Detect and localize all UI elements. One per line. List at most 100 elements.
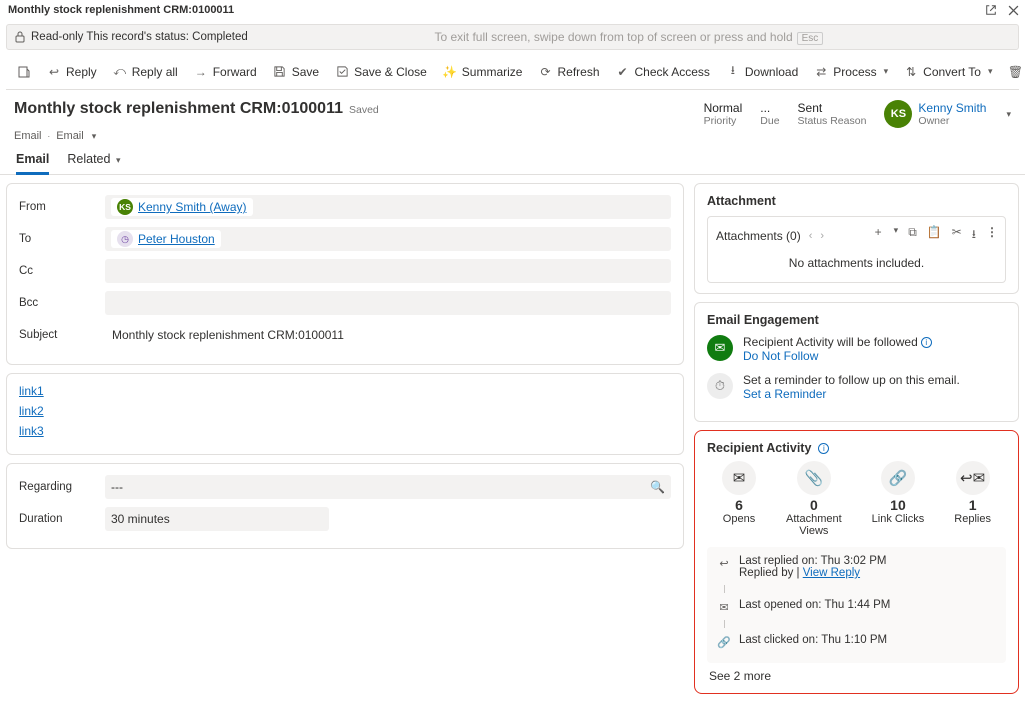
attachment-title: Attachment bbox=[707, 194, 1006, 208]
reply-icon: ↩ bbox=[47, 65, 61, 79]
tab-email[interactable]: Email bbox=[16, 152, 49, 174]
delete-attach-icon[interactable]: ✂ bbox=[952, 225, 962, 246]
bcc-label: Bcc bbox=[19, 297, 105, 309]
status-reason-field: SentStatus Reason bbox=[798, 101, 867, 127]
reply-stat-icon: ↩✉ bbox=[956, 461, 990, 495]
click-tl-icon: 🔗 bbox=[717, 635, 731, 649]
to-label: To bbox=[19, 233, 105, 245]
reply-button[interactable]: ↩Reply bbox=[40, 61, 104, 83]
contact-icon: ◷ bbox=[117, 231, 133, 247]
delete-button[interactable]: 🗑Delete bbox=[1002, 61, 1025, 83]
cc-label: Cc bbox=[19, 265, 105, 277]
copy-icon[interactable]: ⧉ bbox=[908, 225, 917, 246]
owner-field: Kenny SmithOwner bbox=[918, 101, 986, 127]
regarding-label: Regarding bbox=[19, 481, 105, 493]
to-link[interactable]: Peter Houston bbox=[138, 232, 215, 246]
chevron-down-icon[interactable]: ▾ bbox=[92, 131, 97, 142]
command-toolbar: ↩Reply ⤺Reply all →Forward Save Save & C… bbox=[6, 54, 1019, 90]
check-access-icon: ✔ bbox=[616, 65, 630, 79]
owner-avatar: KS bbox=[884, 100, 912, 128]
attach-overflow-icon[interactable]: ⋮ bbox=[986, 225, 997, 246]
check-access-button[interactable]: ✔Check Access bbox=[609, 61, 717, 83]
stat-opens: ✉ 6Opens bbox=[722, 461, 756, 537]
link2[interactable]: link2 bbox=[19, 404, 671, 418]
stat-clicks: 🔗 10Link Clicks bbox=[872, 461, 925, 537]
info-icon[interactable]: i bbox=[921, 337, 932, 348]
view-reply-link[interactable]: View Reply bbox=[803, 567, 860, 579]
stat-replies: ↩✉ 1Replies bbox=[954, 461, 991, 537]
attachments-empty: No attachments included. bbox=[716, 246, 997, 274]
paste-icon[interactable]: 📋 bbox=[927, 225, 942, 246]
link1[interactable]: link1 bbox=[19, 384, 671, 398]
header-chevron-icon[interactable]: ▾ bbox=[1006, 109, 1011, 120]
due-field: ...Due bbox=[760, 101, 779, 127]
next-icon: › bbox=[820, 230, 824, 242]
links-card: link1 link2 link3 bbox=[6, 373, 684, 455]
save-close-button[interactable]: Save & Close bbox=[328, 61, 434, 83]
mail-icon: ✉ bbox=[707, 335, 733, 361]
regarding-field[interactable]: --- 🔍 bbox=[105, 475, 671, 499]
delete-icon: 🗑 bbox=[1009, 65, 1023, 79]
download-button[interactable]: ⭳Download bbox=[719, 61, 805, 83]
see-more-link[interactable]: See 2 more bbox=[707, 663, 1006, 683]
download-attach-icon[interactable]: ⭳ bbox=[972, 225, 976, 246]
cc-field[interactable] bbox=[105, 259, 671, 283]
summarize-icon: ✨ bbox=[443, 65, 457, 79]
to-field[interactable]: ◷ Peter Houston bbox=[105, 227, 671, 251]
tabs: Email Related ▾ bbox=[0, 142, 1025, 175]
activity-timeline: ↩ Last replied on: Thu 3:02 PM Replied b… bbox=[707, 547, 1006, 663]
process-button[interactable]: ⇄Process▾ bbox=[807, 61, 895, 83]
process-icon: ⇄ bbox=[814, 65, 828, 79]
new-button[interactable] bbox=[10, 61, 38, 83]
summarize-button[interactable]: ✨Summarize bbox=[436, 61, 530, 83]
tab-related[interactable]: Related ▾ bbox=[67, 152, 120, 174]
engagement-title: Email Engagement bbox=[707, 313, 1006, 327]
status-text: Read-only This record's status: Complete… bbox=[31, 31, 248, 43]
email-fields-card: From KSKenny Smith (Away) To ◷ Peter Hous… bbox=[6, 183, 684, 365]
from-label: From bbox=[19, 201, 105, 213]
chevron-down-icon[interactable]: ▾ bbox=[894, 225, 899, 246]
saved-label: Saved bbox=[349, 104, 379, 116]
bcc-field[interactable] bbox=[105, 291, 671, 315]
page-title: Monthly stock replenishment CRM:0100011 bbox=[14, 100, 343, 118]
reply-all-button[interactable]: ⤺Reply all bbox=[106, 61, 185, 83]
reply-all-icon: ⤺ bbox=[113, 65, 127, 79]
save-button[interactable]: Save bbox=[266, 61, 326, 83]
search-icon[interactable]: 🔍 bbox=[650, 480, 665, 494]
attachment-section: Attachment Attachments (0) ‹ › + ▾ ⧉ 📋 ✂… bbox=[694, 183, 1019, 294]
from-link[interactable]: Kenny Smith (Away) bbox=[138, 200, 247, 214]
from-field[interactable]: KSKenny Smith (Away) bbox=[105, 195, 671, 219]
regarding-card: Regarding --- 🔍 Duration 30 minutes bbox=[6, 463, 684, 549]
do-not-follow-link[interactable]: Do Not Follow bbox=[743, 349, 932, 363]
prev-icon: ‹ bbox=[809, 230, 813, 242]
envelope-open-icon: ✉ bbox=[722, 461, 756, 495]
attachment-icon: 📎 bbox=[797, 461, 831, 495]
convert-to-button[interactable]: ⇅Convert To▾ bbox=[897, 61, 999, 83]
chevron-down-icon: ▾ bbox=[116, 155, 121, 165]
close-icon[interactable] bbox=[1005, 2, 1021, 18]
link-icon: 🔗 bbox=[881, 461, 915, 495]
add-attachment-icon[interactable]: + bbox=[875, 225, 882, 246]
save-close-icon bbox=[335, 65, 349, 79]
popout-icon[interactable] bbox=[983, 2, 999, 18]
status-bar: Read-only This record's status: Complete… bbox=[6, 24, 1019, 50]
convert-icon: ⇅ bbox=[904, 65, 918, 79]
window-title: Monthly stock replenishment CRM:0100011 bbox=[4, 4, 234, 16]
link3[interactable]: link3 bbox=[19, 424, 671, 438]
record-header: Monthly stock replenishment CRM:0100011 … bbox=[0, 90, 1025, 130]
stat-views: 📎 0AttachmentViews bbox=[786, 461, 842, 537]
fullscreen-hint: To exit full screen, swipe down from top… bbox=[434, 30, 823, 44]
attachments-count: Attachments (0) bbox=[716, 229, 801, 243]
refresh-button[interactable]: ⟳Refresh bbox=[531, 61, 606, 83]
reminder-icon: ⏱ bbox=[707, 373, 733, 399]
chevron-down-icon: ▾ bbox=[884, 66, 889, 77]
title-bar: Monthly stock replenishment CRM:0100011 bbox=[0, 0, 1025, 20]
activity-title: Recipient Activity bbox=[707, 441, 811, 455]
forward-button[interactable]: →Forward bbox=[187, 61, 264, 83]
reply-tl-icon: ↩ bbox=[717, 556, 731, 570]
set-reminder-link[interactable]: Set a Reminder bbox=[743, 387, 960, 401]
info-icon[interactable]: i bbox=[818, 443, 829, 454]
priority-field: NormalPriority bbox=[704, 101, 743, 127]
subject-field[interactable]: Monthly stock replenishment CRM:0100011 bbox=[105, 324, 671, 346]
duration-field[interactable]: 30 minutes bbox=[105, 507, 329, 531]
